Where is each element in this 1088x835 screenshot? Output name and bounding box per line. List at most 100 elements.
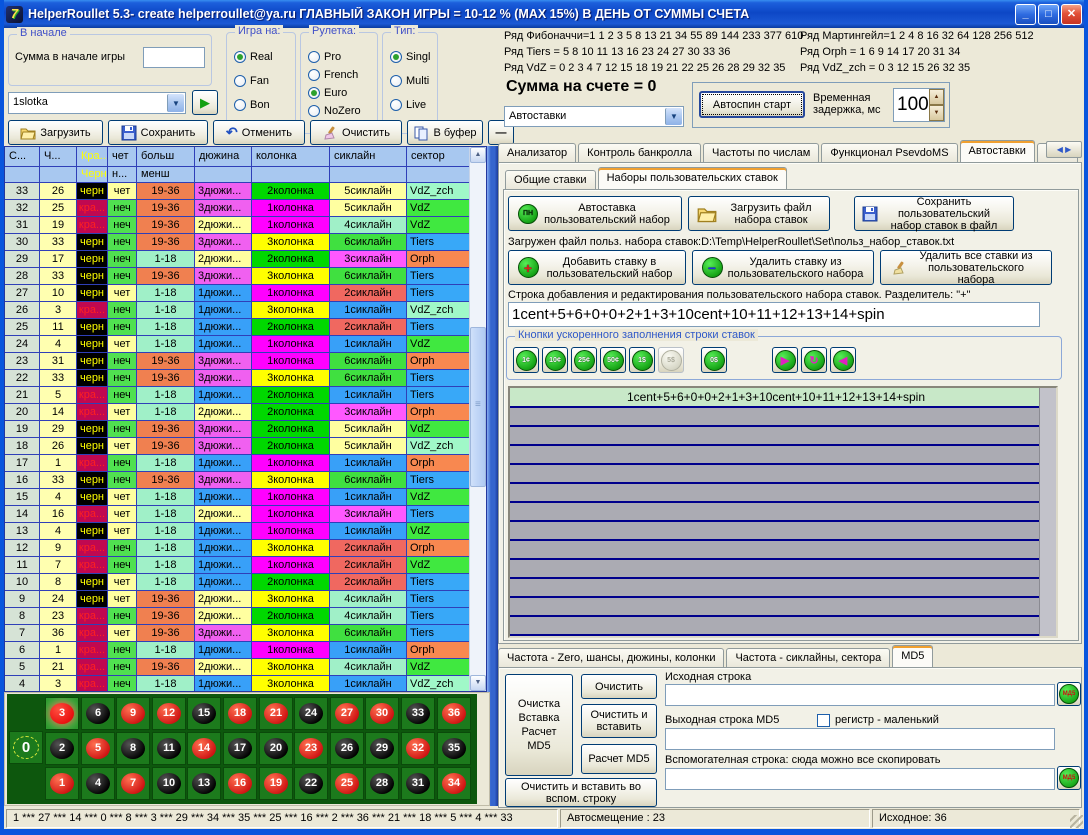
tab-bottom-0[interactable]: Частота - Zero, шансы, дюжины, колонки	[498, 648, 724, 667]
list-item[interactable]	[510, 541, 1042, 560]
roulette-cell-4[interactable]: 4	[81, 767, 115, 800]
tab-sub-0[interactable]: Общие ставки	[505, 170, 596, 189]
md5-calc-icon-button[interactable]: МД5	[1057, 682, 1081, 706]
user-bets-list[interactable]: 1cent+5+6+0+0+2+1+3+10cent+10+11+12+13+1…	[508, 386, 1058, 638]
table-row[interactable]: 1929черннеч19-363дюжи...2колонка5сиклайн…	[5, 421, 486, 438]
start-sum-input[interactable]	[143, 47, 205, 68]
preset-combo[interactable]: 1slotka ▼	[8, 92, 186, 114]
table-row[interactable]: 1826чернчет19-363дюжи...2колонка5сиклайн…	[5, 438, 486, 455]
roulette-cell-24[interactable]: 24	[294, 697, 328, 730]
coin-button-1d[interactable]: 1$	[629, 347, 655, 373]
tab-main-3[interactable]: Функционал PsevdoMS	[821, 143, 957, 162]
list-item[interactable]	[510, 446, 1042, 465]
user-bets-list-header[interactable]: 1cent+5+6+0+0+2+1+3+10cent+10+11+12+13+1…	[510, 388, 1042, 408]
table-row[interactable]: 3225кра...неч19-363дюжи...1колонка5сикла…	[5, 200, 486, 217]
table-row[interactable]: 129кра...неч1-181дюжи...3колонка2сиклайн…	[5, 540, 486, 557]
table-row[interactable]: 2710чернчет1-181дюжи...1колонка2сиклайнT…	[5, 285, 486, 302]
roulette-cell-29[interactable]: 29	[365, 732, 399, 765]
md5-big-button[interactable]: Очистка Вставка Расчет MD5	[505, 674, 573, 776]
table-row[interactable]: 134чернчет1-181дюжи...1колонка1сиклайнVd…	[5, 523, 486, 540]
tab-main-1[interactable]: Контроль банкролла	[578, 143, 701, 162]
radio-icon[interactable]	[234, 75, 246, 87]
list-item[interactable]	[510, 598, 1042, 617]
roulette-cell-13[interactable]: 13	[187, 767, 221, 800]
radio-option-french[interactable]: French	[308, 67, 361, 83]
roulette-cell-34[interactable]: 34	[437, 767, 471, 800]
table-row[interactable]: 2833черннеч19-363дюжи...3колонка6сиклайн…	[5, 268, 486, 285]
roulette-cell-0[interactable]: 0	[9, 731, 43, 764]
table-row[interactable]: 263кра...неч1-181дюжи...3колонка1сиклайн…	[5, 302, 486, 319]
roulette-cell-19[interactable]: 19	[259, 767, 293, 800]
spin-down-icon[interactable]: ▼	[929, 105, 944, 121]
tab-sub-1[interactable]: Наборы пользовательских ставок	[598, 167, 787, 189]
radio-icon[interactable]	[390, 99, 402, 111]
md5-source-input[interactable]	[665, 684, 1055, 706]
table-row[interactable]: 2511черннеч1-181дюжи...2колонка2сиклайнT…	[5, 319, 486, 336]
radio-option-nozero[interactable]: NoZero	[308, 103, 361, 119]
coin-button-50c[interactable]: 50¢	[600, 347, 626, 373]
table-row[interactable]: 215кра...неч1-181дюжи...2колонка1сиклайн…	[5, 387, 486, 404]
roulette-cell-27[interactable]: 27	[330, 697, 364, 730]
radio-option-multi[interactable]: Multi	[390, 73, 430, 89]
table-row[interactable]: 2917черннеч1-182дюжи...2колонка3сиклайнO…	[5, 251, 486, 268]
arrow-button-repeat[interactable]: ↻	[801, 347, 827, 373]
tab-main-0[interactable]: Анализатор	[498, 143, 576, 162]
roulette-cell-22[interactable]: 22	[294, 767, 328, 800]
delete-bet-button[interactable]: − Удалить ставку из пользовательского на…	[692, 250, 874, 285]
roulette-cell-12[interactable]: 12	[152, 697, 186, 730]
scrollbar-thumb[interactable]	[470, 327, 486, 487]
bet-string-input[interactable]	[508, 302, 1040, 327]
roulette-cell-14[interactable]: 14	[187, 732, 221, 765]
minimize-button[interactable]: _	[1015, 4, 1036, 25]
radio-option-real[interactable]: Real	[234, 49, 273, 65]
list-item[interactable]	[510, 560, 1042, 579]
table-scrollbar[interactable]: ▲ ▼	[469, 147, 486, 691]
radio-option-singl[interactable]: Singl	[390, 49, 430, 65]
md5-out-input[interactable]	[665, 728, 1055, 750]
delete-all-bets-button[interactable]: Удалить все ставки из пользовательского …	[880, 250, 1052, 285]
list-item[interactable]	[510, 427, 1042, 446]
tab-bottom-1[interactable]: Частота - сиклайны, сектора	[726, 648, 890, 667]
table-row[interactable]: 108чернчет1-181дюжи...2колонка2сиклайнTi…	[5, 574, 486, 591]
roulette-cell-5[interactable]: 5	[81, 732, 115, 765]
chevron-down-icon[interactable]: ▼	[665, 108, 682, 125]
list-item[interactable]	[510, 484, 1042, 503]
tab-main-2[interactable]: Частоты по числам	[703, 143, 819, 162]
roulette-cell-11[interactable]: 11	[152, 732, 186, 765]
roulette-cell-9[interactable]: 9	[116, 697, 150, 730]
autostake-user-set-button[interactable]: ПН Автоставка пользовательский набор	[508, 196, 682, 231]
table-row[interactable]: 244чернчет1-181дюжи...1колонка1сиклайнVd…	[5, 336, 486, 353]
add-bet-button[interactable]: + Добавить ставку в пользовательский наб…	[508, 250, 686, 285]
table-row[interactable]: 823кра...неч19-362дюжи...2колонка4сиклай…	[5, 608, 486, 625]
title-bar[interactable]: 7 HelperRoullet 5.3- create helperroulle…	[0, 0, 1088, 28]
table-row[interactable]: 43кра...неч1-181дюжи...3колонка1сиклайнV…	[5, 676, 486, 692]
list-item[interactable]	[510, 408, 1042, 427]
table-row[interactable]: 61кра...неч1-181дюжи...1колонка1сиклайнO…	[5, 642, 486, 659]
spin-up-icon[interactable]: ▲	[929, 89, 944, 105]
table-row[interactable]: 171кра...неч1-181дюжи...1колонка1сиклайн…	[5, 455, 486, 472]
coin-button-1c[interactable]: 1¢	[513, 347, 539, 373]
roulette-cell-10[interactable]: 10	[152, 767, 186, 800]
load-bets-file-button[interactable]: Загрузить файл набора ставок	[688, 196, 830, 231]
list-scroll-column[interactable]	[1039, 388, 1056, 636]
roulette-cell-35[interactable]: 35	[437, 732, 471, 765]
roulette-cell-8[interactable]: 8	[116, 732, 150, 765]
roulette-cell-26[interactable]: 26	[330, 732, 364, 765]
radio-icon[interactable]	[390, 75, 402, 87]
radio-icon[interactable]	[234, 51, 246, 63]
load-button[interactable]: Загрузить	[8, 120, 103, 145]
table-row[interactable]: 1633черннеч19-363дюжи...3колонка6сиклайн…	[5, 472, 486, 489]
table-row[interactable]: 2014кра...чет1-182дюжи...2колонка3сиклай…	[5, 404, 486, 421]
coin-button-0d[interactable]: 0$	[701, 347, 727, 373]
radio-icon[interactable]	[308, 87, 320, 99]
radio-icon[interactable]	[308, 69, 320, 81]
radio-option-live[interactable]: Live	[390, 97, 430, 113]
roulette-cell-36[interactable]: 36	[437, 697, 471, 730]
roulette-cell-6[interactable]: 6	[81, 697, 115, 730]
table-row[interactable]: 3326чернчет19-363дюжи...2колонка5сиклайн…	[5, 183, 486, 200]
coin-button-10c[interactable]: 10¢	[542, 347, 568, 373]
radio-option-bon[interactable]: Bon	[234, 97, 273, 113]
radio-icon[interactable]	[234, 99, 246, 111]
clear-paste-helper-button[interactable]: Очистить и вставить во вспом. строку	[505, 778, 657, 807]
tab-bottom-2[interactable]: MD5	[892, 645, 933, 667]
